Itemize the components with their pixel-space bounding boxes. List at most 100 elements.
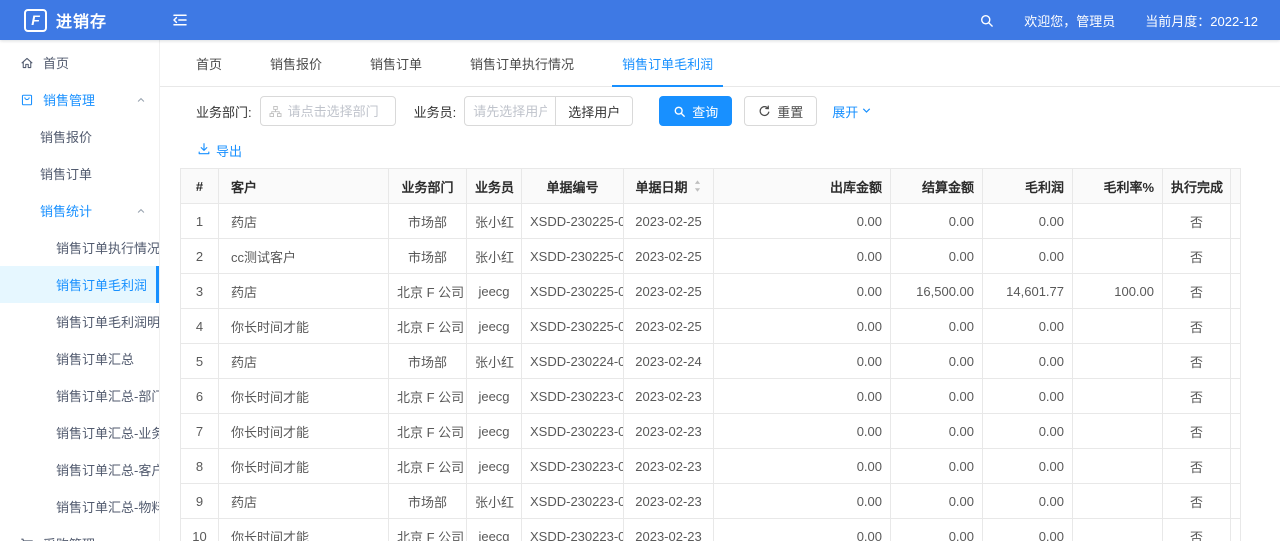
- table-cell: [1230, 203, 1241, 239]
- dept-input-field[interactable]: [287, 103, 387, 119]
- column-header-label: 执行完成: [1171, 179, 1224, 195]
- column-header-label: 出库金额: [829, 179, 882, 195]
- sidebar-item-label: 销售订单汇总-客户: [56, 463, 160, 478]
- sidebar-item[interactable]: 销售管理: [0, 81, 159, 118]
- sidebar-item[interactable]: 销售统计: [0, 192, 159, 229]
- table-cell: [1230, 308, 1241, 344]
- sidebar-item[interactable]: 销售订单汇总: [0, 340, 159, 377]
- table-cell: [1072, 413, 1163, 449]
- search-button-label: 查询: [692, 104, 719, 120]
- table-cell: 北京 F 公司: [388, 413, 467, 449]
- table-cell: jeecg: [466, 308, 522, 344]
- user-input-field[interactable]: [473, 103, 548, 119]
- table-cell: 2023-02-25: [623, 273, 714, 309]
- table-cell: 8: [180, 448, 219, 484]
- sidebar-item[interactable]: 首页: [0, 44, 159, 81]
- table-cell: jeecg: [466, 378, 522, 414]
- table-cell: 0.00: [713, 378, 891, 414]
- table-row: 4你长时间才能北京 F 公司jeecgXSDD-230225-0072023-0…: [180, 308, 1241, 344]
- table-cell: 市场部: [388, 343, 467, 379]
- table-cell: 张小红: [466, 238, 522, 274]
- table-cell: 10: [180, 518, 219, 541]
- table-cell: 4: [180, 308, 219, 344]
- table-cell: 2023-02-25: [623, 308, 714, 344]
- table-cell: [1230, 343, 1241, 379]
- sidebar-item-label: 销售订单毛利润: [56, 278, 148, 293]
- menu-fold-icon[interactable]: [172, 12, 188, 28]
- table-cell: 0.00: [890, 483, 983, 519]
- table-row: 1药店市场部张小红XSDD-230225-0212023-02-250.000.…: [180, 203, 1241, 239]
- table-cell: 否: [1162, 483, 1231, 519]
- column-header: 结算金额: [890, 168, 983, 204]
- table-cell: 0.00: [890, 308, 983, 344]
- app-logo: F 进销存: [0, 8, 160, 32]
- app-title: 进销存: [56, 14, 108, 31]
- table-cell: 1: [180, 203, 219, 239]
- sidebar-item[interactable]: 销售订单汇总-客户: [0, 451, 159, 488]
- table-cell: 14,601.77: [982, 273, 1073, 309]
- table-cell: 药店: [218, 203, 389, 239]
- table-cell: 你长时间才能: [218, 448, 389, 484]
- table-cell: 2023-02-24: [623, 343, 714, 379]
- select-user-button[interactable]: 选择用户: [556, 96, 634, 126]
- table-cell: 你长时间才能: [218, 378, 389, 414]
- table-cell: 2023-02-23: [623, 448, 714, 484]
- tab[interactable]: 销售订单: [370, 40, 422, 86]
- search-icon[interactable]: [979, 13, 994, 28]
- table-cell: jeecg: [466, 273, 522, 309]
- reset-button[interactable]: 重置: [744, 96, 818, 126]
- table-cell: 否: [1162, 273, 1231, 309]
- column-header: 执行完成: [1162, 168, 1231, 204]
- sidebar-item[interactable]: 销售订单汇总-物料: [0, 488, 159, 525]
- sidebar-item-label: 销售管理: [43, 93, 96, 108]
- sidebar-item[interactable]: 销售报价: [0, 118, 159, 155]
- column-header: #: [180, 168, 219, 204]
- table-cell: 2023-02-23: [623, 518, 714, 541]
- topbar-right: 欢迎您，管理员 当前月度：2022-12: [979, 11, 1280, 30]
- export-button[interactable]: 导出: [197, 140, 242, 160]
- table-cell: XSDD-230225-021: [521, 203, 624, 239]
- tab[interactable]: 销售订单执行情况: [470, 40, 574, 86]
- caret-up-down-icon[interactable]: [693, 179, 702, 193]
- table-cell: jeecg: [466, 448, 522, 484]
- table-row: 7你长时间才能北京 F 公司jeecgXSDD-230223-0192023-0…: [180, 413, 1241, 449]
- table-cell: [1230, 448, 1241, 484]
- table-cell: 张小红: [466, 343, 522, 379]
- table-cell: 100.00: [1072, 273, 1163, 309]
- sidebar-item[interactable]: 销售订单汇总-部门: [0, 377, 159, 414]
- table-cell: 否: [1162, 413, 1231, 449]
- sidebar-item[interactable]: 销售订单汇总-业务员: [0, 414, 159, 451]
- table-cell: 2023-02-25: [623, 203, 714, 239]
- table-cell: 北京 F 公司: [388, 448, 467, 484]
- table-cell: [1072, 203, 1163, 239]
- sidebar-item-label: 销售订单汇总-业务员: [56, 426, 159, 441]
- user-select-input[interactable]: [464, 96, 557, 126]
- export-label: 导出: [216, 143, 243, 159]
- tab-label: 销售订单: [370, 56, 423, 72]
- column-header-sortable[interactable]: 单据日期: [623, 168, 714, 204]
- current-month: 当前月度：2022-12: [1145, 13, 1258, 29]
- table-cell: [1072, 308, 1163, 344]
- search-button[interactable]: 查询: [659, 96, 733, 126]
- table-cell: 0.00: [713, 448, 891, 484]
- sidebar-item[interactable]: 销售订单毛利润明细: [0, 303, 159, 340]
- tab-active[interactable]: 销售订单毛利润: [612, 40, 724, 87]
- sidebar-item[interactable]: 销售订单毛利润: [0, 266, 159, 303]
- top-header: F 进销存 欢迎您，管理员 当前月度：2022-12: [0, 0, 1280, 40]
- table-cell: 5: [180, 343, 219, 379]
- table-cell: 0.00: [713, 343, 891, 379]
- search-icon: [673, 105, 686, 118]
- sidebar-item[interactable]: 销售订单执行情况: [0, 229, 159, 266]
- table-cell: 0.00: [982, 343, 1073, 379]
- table-cell: 0.00: [982, 413, 1073, 449]
- tab[interactable]: 销售报价: [270, 40, 322, 86]
- table-cell: jeecg: [466, 518, 522, 541]
- table-cell: 0.00: [713, 308, 891, 344]
- expand-toggle[interactable]: 展开: [832, 102, 872, 121]
- sidebar-item[interactable]: 销售订单: [0, 155, 159, 192]
- tab[interactable]: 首页: [196, 40, 222, 86]
- dept-select-input[interactable]: [259, 96, 396, 126]
- column-header-label: 业务部门: [401, 179, 454, 195]
- home-icon: [20, 56, 34, 70]
- sidebar-item[interactable]: 采购管理: [0, 525, 159, 541]
